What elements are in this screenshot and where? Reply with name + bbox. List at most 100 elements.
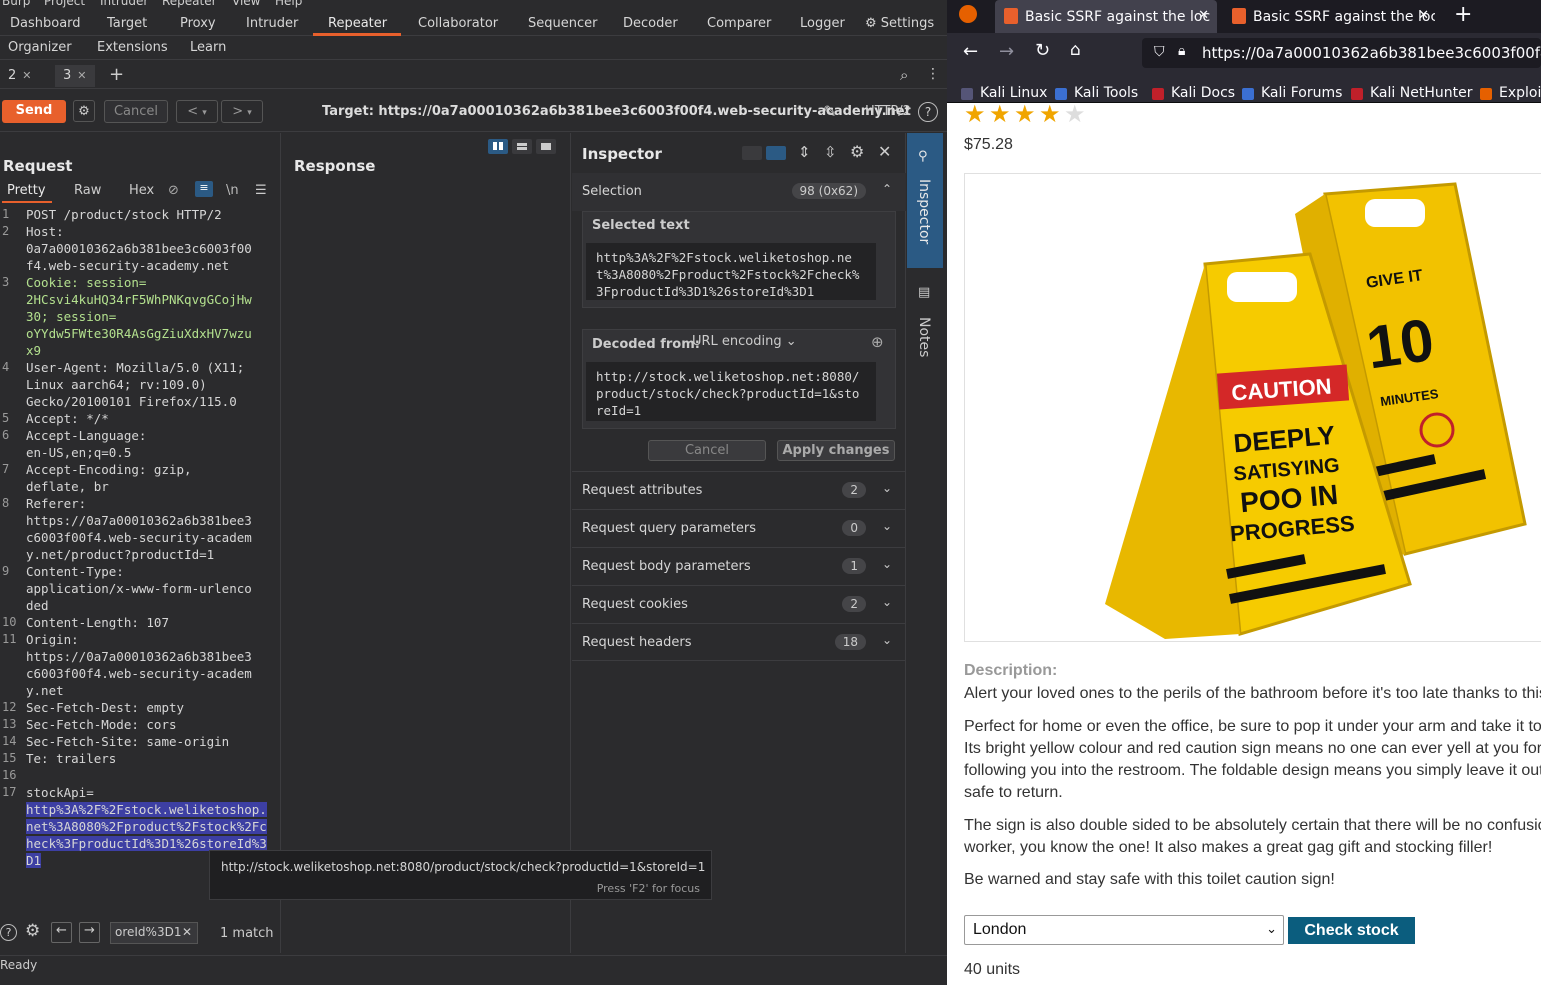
- tab-intruder[interactable]: Intruder: [246, 16, 298, 31]
- side-panel-bar: ⚲ Inspector ▤ Notes: [907, 133, 947, 953]
- tab-logger[interactable]: Logger: [800, 16, 845, 31]
- repeater-tab-3[interactable]: 3 ✕: [55, 65, 95, 87]
- menu-project[interactable]: Project: [44, 0, 85, 8]
- browser-tab-2[interactable]: Basic SSRF against the loc ✕: [1223, 0, 1435, 33]
- gear-icon[interactable]: ⚙: [25, 921, 40, 941]
- layout-side-by-side-icon[interactable]: [488, 139, 508, 154]
- collapse-all-icon[interactable]: ⇳: [824, 143, 837, 161]
- tab-learn[interactable]: Learn: [190, 40, 226, 55]
- decoded-text-value[interactable]: http://stock.weliketoshop.net:8080/produ…: [586, 362, 876, 421]
- selection-section[interactable]: Selection 98 (0x62) ⌃: [572, 173, 906, 211]
- request-query-params-section[interactable]: Request query parameters 0 ⌄: [572, 509, 906, 547]
- menu-intruder[interactable]: Intruder: [100, 0, 148, 8]
- back-icon[interactable]: ←: [963, 41, 978, 62]
- hide-nonprintable-icon[interactable]: ⊘: [168, 183, 179, 198]
- request-body-params-section[interactable]: Request body parameters 1 ⌄: [572, 547, 906, 585]
- new-tab-icon[interactable]: +: [1454, 2, 1472, 27]
- clear-icon[interactable]: ✕: [182, 925, 192, 939]
- tab-hex[interactable]: Hex: [129, 183, 154, 198]
- tab-sequencer[interactable]: Sequencer: [528, 16, 597, 31]
- add-decoding-icon[interactable]: ⊕: [871, 333, 884, 351]
- section-label: Request body parameters: [582, 559, 751, 574]
- close-icon[interactable]: ✕: [22, 69, 31, 82]
- selected-text-value[interactable]: http%3A%2F%2Fstock.weliketoshop.net%3A80…: [586, 243, 876, 300]
- line-number: 5: [2, 411, 10, 425]
- bookmark-label: Kali Linux: [980, 85, 1048, 101]
- tab-comparer[interactable]: Comparer: [707, 16, 771, 31]
- request-cookies-section[interactable]: Request cookies 2 ⌄: [572, 585, 906, 623]
- tab-decoder[interactable]: Decoder: [623, 16, 678, 31]
- browser-tab-bar: Basic SSRF against the loc ✕ Basic SSRF …: [947, 0, 1541, 33]
- check-stock-button[interactable]: Check stock: [1288, 917, 1415, 944]
- tab-pretty[interactable]: Pretty: [7, 183, 46, 198]
- help-icon[interactable]: ?: [0, 924, 17, 941]
- menu-repeater[interactable]: Repeater: [162, 0, 217, 8]
- more-menu-icon[interactable]: ⋮: [926, 66, 940, 82]
- close-icon[interactable]: ✕: [1418, 8, 1429, 23]
- tab-raw[interactable]: Raw: [74, 183, 101, 198]
- tab-organizer[interactable]: Organizer: [8, 40, 72, 55]
- search-input[interactable]: oreId%3D1 ✕: [110, 922, 198, 944]
- edit-target-icon[interactable]: ✎: [823, 102, 836, 121]
- tab-extensions[interactable]: Extensions: [97, 40, 168, 55]
- request-attributes-section[interactable]: Request attributes 2 ⌄: [572, 471, 906, 509]
- caution-sign-illustration: GIVE IT 10 MINUTES CAUTION DEEPLY SATISY…: [1105, 182, 1527, 639]
- stock-result: 40 units: [964, 961, 1021, 978]
- forward-icon[interactable]: →: [999, 41, 1014, 62]
- history-back-button[interactable]: < ▾: [176, 100, 218, 123]
- repeater-tab-2[interactable]: 2 ✕: [0, 65, 40, 87]
- close-icon[interactable]: ✕: [77, 69, 86, 82]
- address-bar[interactable]: ⛉ 🔒︎ https://0a7a00010362a6b381bee3c6003…: [1142, 38, 1541, 68]
- description-paragraph: safe to return.: [964, 784, 1063, 801]
- decoded-tooltip: http://stock.weliketoshop.net:8080/produ…: [209, 850, 712, 900]
- request-line: Accept-Encoding: gzip, deflate, br: [26, 462, 192, 494]
- section-count: 2: [842, 482, 866, 498]
- layout-stacked-icon[interactable]: [512, 139, 532, 154]
- tab-collaborator[interactable]: Collaborator: [418, 16, 498, 31]
- inspector-cancel-button[interactable]: Cancel: [648, 440, 766, 461]
- firefox-icon[interactable]: [959, 5, 977, 23]
- browser-tab-1[interactable]: Basic SSRF against the loc ✕: [995, 0, 1217, 33]
- tab-proxy[interactable]: Proxy: [180, 16, 216, 31]
- cancel-button[interactable]: Cancel: [104, 100, 168, 123]
- gear-icon[interactable]: ⚙: [850, 142, 864, 161]
- layout-right-icon[interactable]: [766, 146, 786, 160]
- selection-count: 98 (0x62): [791, 183, 866, 199]
- side-tab-inspector[interactable]: ⚲ Inspector: [907, 133, 943, 268]
- response-title: Response: [294, 157, 376, 175]
- tab-repeater[interactable]: Repeater: [328, 16, 387, 31]
- gear-icon[interactable]: ⚙: [73, 100, 95, 122]
- next-match-icon[interactable]: →: [79, 922, 100, 943]
- layout-left-icon[interactable]: [742, 146, 762, 160]
- close-icon[interactable]: ✕: [878, 142, 891, 161]
- menu-view[interactable]: View: [232, 0, 260, 8]
- side-tab-notes[interactable]: ▤ Notes: [907, 273, 943, 383]
- wrap-lines-icon[interactable]: ≡: [195, 181, 213, 197]
- tab-target[interactable]: Target: [107, 16, 147, 31]
- dropdown-icon: ▾: [247, 108, 252, 118]
- send-button[interactable]: Send: [2, 100, 66, 123]
- store-select[interactable]: London ⌄: [964, 915, 1284, 945]
- menu-help[interactable]: Help: [275, 0, 302, 8]
- menu-burp[interactable]: Burp: [2, 0, 30, 8]
- decoding-select[interactable]: URL encoding ⌄: [692, 334, 797, 349]
- search-icon[interactable]: ⌕: [900, 66, 908, 84]
- history-forward-button[interactable]: > ▾: [221, 100, 263, 123]
- menu-icon[interactable]: ☰: [255, 183, 267, 198]
- apply-changes-button[interactable]: Apply changes: [777, 440, 895, 461]
- tab-settings[interactable]: ⚙ Settings: [865, 16, 934, 31]
- dropdown-icon: ▾: [202, 108, 207, 118]
- tab-dashboard[interactable]: Dashboard: [10, 16, 81, 31]
- prev-match-icon[interactable]: ←: [51, 922, 72, 943]
- close-icon[interactable]: ✕: [1198, 8, 1209, 23]
- expand-all-icon[interactable]: ⇕: [798, 143, 811, 161]
- match-count: 1 match: [220, 926, 274, 941]
- reload-icon[interactable]: ↻: [1035, 40, 1050, 61]
- request-headers-section[interactable]: Request headers 18 ⌄: [572, 623, 906, 661]
- protocol-label[interactable]: HTTP/2: [865, 104, 911, 119]
- add-tab-icon[interactable]: +: [109, 64, 124, 85]
- help-icon[interactable]: ?: [918, 102, 938, 122]
- show-newlines-toggle[interactable]: \n: [226, 183, 239, 198]
- layout-tabs-icon[interactable]: [536, 139, 556, 154]
- home-icon[interactable]: ⌂: [1070, 40, 1081, 60]
